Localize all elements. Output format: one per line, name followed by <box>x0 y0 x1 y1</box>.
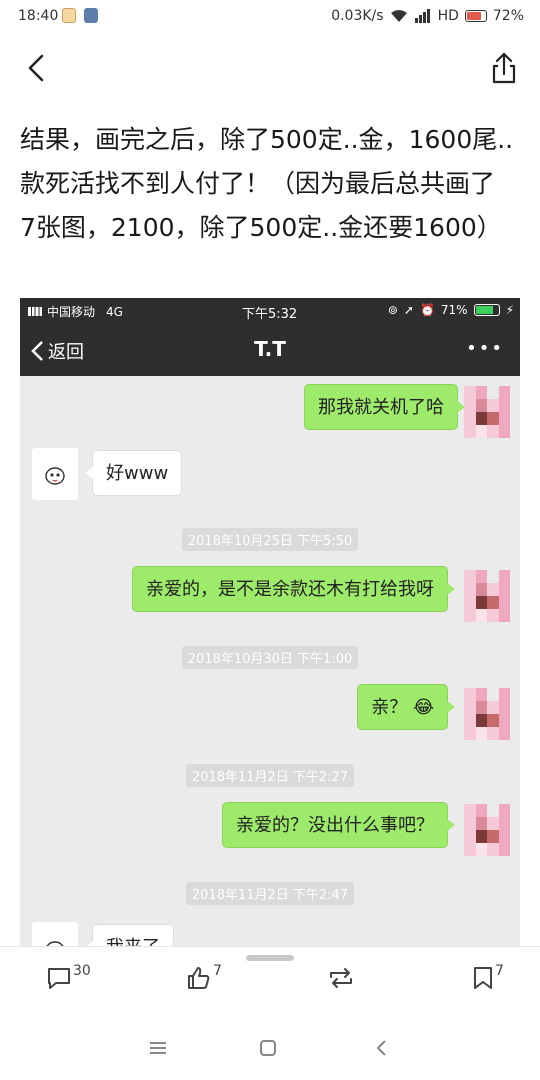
home-button[interactable] <box>258 1036 282 1060</box>
post-body: 结果，画完之后，除了500定..金，1600尾.. 款死活找不到人付了！（因为最… <box>20 118 520 250</box>
share-button[interactable] <box>488 50 520 86</box>
chat-area: 那我就关机了哈 好www 2018年10月25日 下午5:50 亲爱的，是不是余… <box>20 376 520 948</box>
message-sent: 亲爱的？没出什么事吧？ <box>222 802 455 848</box>
timestamp-text: 2018年11月2日 下午2:27 <box>185 764 355 787</box>
battery-fill <box>466 12 482 20</box>
message-received: 我来了 <box>85 924 174 948</box>
timestamp: 2018年10月25日 下午5:50 <box>20 528 520 551</box>
back-button[interactable] <box>22 50 52 86</box>
network-type: 4G <box>106 304 123 319</box>
message-text: 亲？ <box>371 697 408 718</box>
timestamp: 2018年10月30日 下午1:00 <box>20 646 520 669</box>
drag-handle[interactable] <box>246 955 294 961</box>
post-action-bar: 30 7 7 <box>0 946 540 1018</box>
message-sent: 亲？ 😂 <box>357 684 455 730</box>
contact-avatar <box>32 448 78 500</box>
message-bubble: 我来了 <box>85 924 174 948</box>
comment-button[interactable]: 30 <box>46 963 91 991</box>
app-header <box>0 40 540 96</box>
charging-icon: ⚡ <box>505 303 514 317</box>
my-avatar <box>464 688 510 740</box>
message-sent: 那我就关机了哈 <box>304 384 465 430</box>
battery-icon <box>464 10 487 22</box>
message-bubble: 亲爱的，是不是余款还木有打给我呀 <box>132 566 455 612</box>
lock-rotation-icon: ⊚ <box>387 303 398 317</box>
notification-icons <box>62 8 98 23</box>
message-received: 好www <box>84 450 183 496</box>
message-bubble: 那我就关机了哈 <box>304 384 465 430</box>
my-avatar <box>464 386 510 438</box>
battery-percent: 72% <box>492 8 524 24</box>
message-bubble: 亲？ 😂 <box>357 684 455 730</box>
hd-indicator: HD <box>437 8 459 24</box>
back-icon <box>376 1040 386 1056</box>
laughing-emoji-icon: 😂 <box>412 697 434 718</box>
my-avatar <box>464 804 510 856</box>
app-notification-icon <box>62 8 76 23</box>
timestamp: 2018年11月2日 下午2:47 <box>20 882 520 905</box>
comment-count: 30 <box>73 963 91 979</box>
post-line: 7张图，2100，除了500定..金还要1600） <box>20 213 502 242</box>
menu-button[interactable] <box>148 1036 172 1060</box>
my-avatar <box>464 570 510 622</box>
clock: 18:40 <box>18 8 59 24</box>
repost-button[interactable] <box>326 965 356 991</box>
cartoon-avatar-icon <box>45 467 65 485</box>
signal-icon <box>28 307 42 316</box>
like-count: 7 <box>213 963 222 979</box>
post-line: 结果，画完之后，除了500定..金，1600尾.. <box>20 125 514 154</box>
message-bubble: 好www <box>84 450 183 496</box>
screenshot-battery-percent: 71% <box>440 303 468 317</box>
signal-icon <box>414 9 430 23</box>
screenshot-time: 下午5:32 <box>242 307 298 322</box>
menu-icon <box>150 1042 166 1054</box>
home-icon <box>260 1040 276 1056</box>
post-line: 款死活找不到人付了！（因为最后总共画了 <box>20 169 496 198</box>
message-sent: 亲爱的，是不是余款还木有打给我呀 <box>132 566 455 612</box>
system-nav-bar <box>0 1018 540 1080</box>
timestamp-text: 2018年10月30日 下午1:00 <box>181 646 359 669</box>
timestamp-text: 2018年10月25日 下午5:50 <box>181 528 359 551</box>
chat-nav-bar: 返回 T.T ••• <box>20 324 520 376</box>
chevron-left-icon <box>28 54 44 82</box>
embedded-screenshot[interactable]: 中国移动 4G 下午5:32 ⊚ ➚ ⏰ 71% ⚡ 返回 T.T ••• 那我… <box>20 298 520 948</box>
timestamp: 2018年11月2日 下午2:27 <box>20 764 520 787</box>
message-bubble: 亲爱的？没出什么事吧？ <box>222 802 455 848</box>
comment-icon <box>48 968 70 989</box>
favorite-button[interactable]: 7 <box>472 963 504 991</box>
timestamp-text: 2018年11月2日 下午2:47 <box>185 882 355 905</box>
screenshot-status-bar: 中国移动 4G 下午5:32 ⊚ ➚ ⏰ 71% ⚡ <box>20 298 520 324</box>
chat-more-icon: ••• <box>466 338 504 359</box>
bookmark-icon <box>474 967 492 989</box>
location-icon: ➚ <box>403 303 414 317</box>
alarm-icon: ⏰ <box>419 303 435 317</box>
battery-icon <box>473 304 500 316</box>
carrier-name: 中国移动 <box>47 305 96 319</box>
battery-fill <box>475 306 493 314</box>
contact-avatar <box>32 922 78 948</box>
system-back-button[interactable] <box>372 1036 396 1060</box>
share-icon <box>492 52 516 84</box>
chat-title: T.T <box>254 337 286 361</box>
wifi-icon <box>390 10 407 22</box>
like-button[interactable]: 7 <box>186 963 222 991</box>
repost-icon <box>330 968 352 988</box>
network-speed: 0.03K/s <box>331 8 384 24</box>
status-bar: 18:40 0.03K/s HD 72% <box>0 0 540 34</box>
message-notification-icon <box>84 8 98 23</box>
thumbs-up-icon <box>188 967 210 989</box>
favorite-count: 7 <box>495 963 504 979</box>
